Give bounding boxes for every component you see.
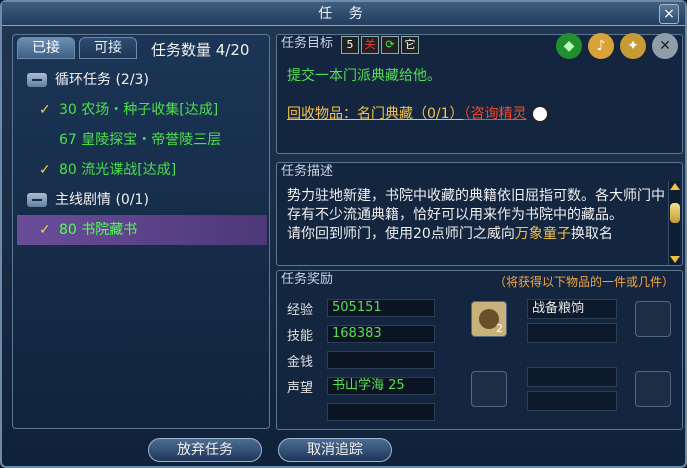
task-item[interactable]: ✓ 30 农场・种子收集[达成] — [17, 95, 267, 125]
money-label: 金钱 — [287, 355, 314, 370]
toolbar-icons: ◆ ♪ ✦ ✕ — [556, 33, 678, 59]
number-icon[interactable]: 5 — [341, 36, 359, 54]
desc-text: 势力驻地新建，书院中收藏的典籍依旧屈指可数。各大师门中存有不少流通典籍，恰好可以… — [287, 188, 665, 242]
panda-icon[interactable] — [530, 105, 549, 123]
tab-available[interactable]: 可接 — [79, 37, 137, 59]
task-item[interactable]: ✓ 80 流光谍战[达成] — [17, 155, 267, 185]
group-loop-tasks[interactable]: 循环任务 (2/3) — [17, 65, 267, 95]
goal-header: 任务目标 — [281, 36, 334, 51]
window-title: 任 务 × — [2, 2, 685, 26]
collapse-icon[interactable] — [27, 73, 47, 87]
goal-section: 任务目标 5 关 ⟳ 它 ◆ ♪ ✦ ✕ 提交一本门派典藏给他。 回收物品：名门… — [276, 33, 683, 154]
task-item-selected[interactable]: ✓ 80 书院藏书 — [17, 215, 267, 245]
gem-icon[interactable]: ◆ — [556, 33, 582, 59]
refresh-icon[interactable]: ⟳ — [381, 36, 399, 54]
reward-item-slot[interactable]: 2 — [471, 301, 507, 337]
description-section: 任务描述 势力驻地新建，书院中收藏的典籍依旧屈指可数。各大师门中存有不少流通典籍… — [276, 162, 683, 266]
fame-value: 书山学海 25 — [327, 377, 435, 395]
speaker-icon[interactable]: ♪ — [588, 33, 614, 59]
money-value — [327, 351, 435, 369]
desc-scrollbar[interactable] — [668, 181, 680, 265]
reward-item-empty — [527, 323, 617, 343]
empty-slot-icon[interactable] — [471, 371, 507, 407]
reward-section: 任务奖励 （将获得以下物品的一件或几件） 经验 505151 技能 168383… — [276, 270, 683, 430]
exp-label: 经验 — [287, 303, 314, 318]
empty-slot-icon[interactable] — [635, 301, 671, 337]
it-icon[interactable]: 它 — [401, 36, 419, 54]
task-list-panel: 已接 可接 任务数量 4/20 循环任务 (2/3) ✓ 30 农场・种子收集[达… — [12, 34, 270, 429]
tools-icon[interactable]: ✕ — [652, 33, 678, 59]
scroll-down-icon[interactable] — [670, 256, 680, 263]
extra-value — [327, 403, 435, 421]
goal-icons: 5 关 ⟳ 它 — [341, 36, 419, 54]
close-button[interactable]: × — [659, 4, 679, 24]
reward-note: （将获得以下物品的一件或几件） — [493, 275, 674, 289]
reward-item-name: 战备粮饷 — [527, 299, 617, 319]
goal-text: 提交一本门派典藏给他。 — [287, 68, 441, 84]
fame-label: 声望 — [287, 381, 314, 396]
tab-accepted[interactable]: 已接 — [17, 37, 75, 59]
reward-header: 任务奖励 — [281, 272, 334, 287]
close-task-icon[interactable]: 关 — [361, 36, 379, 54]
desc-header: 任务描述 — [281, 164, 334, 179]
ask-spirit-link[interactable]: （咨询精灵 — [464, 106, 527, 122]
scroll-up-icon[interactable] — [670, 183, 680, 190]
skill-label: 技能 — [287, 329, 314, 344]
reward-item-empty — [527, 391, 617, 411]
abandon-task-button[interactable]: 放弃任务 — [148, 438, 262, 462]
task-count: 任务数量 4/20 — [151, 41, 250, 59]
group-main-story[interactable]: 主线剧情 (0/1) — [17, 185, 267, 215]
broom-icon[interactable]: ✦ — [620, 33, 646, 59]
skill-value: 168383 — [327, 325, 435, 343]
reward-item-empty — [527, 367, 617, 387]
task-list: 循环任务 (2/3) ✓ 30 农场・种子收集[达成] 67 皇陵探宝・帝誉陵三层… — [17, 65, 267, 245]
collapse-icon[interactable] — [27, 193, 47, 207]
quest-window: 任 务 × 已接 可接 任务数量 4/20 循环任务 (2/3) ✓ 30 农场・… — [0, 0, 687, 468]
exp-value: 505151 — [327, 299, 435, 317]
empty-slot-icon[interactable] — [635, 371, 671, 407]
recycle-items: 回收物品：名门典藏（0/1）（咨询精灵 — [287, 103, 549, 123]
recycle-label[interactable]: 回收物品：名门典藏（0/1） — [287, 106, 464, 122]
scroll-thumb[interactable] — [670, 203, 680, 223]
task-item[interactable]: 67 皇陵探宝・帝誉陵三层 — [17, 125, 267, 155]
untrack-button[interactable]: 取消追踪 — [278, 438, 392, 462]
